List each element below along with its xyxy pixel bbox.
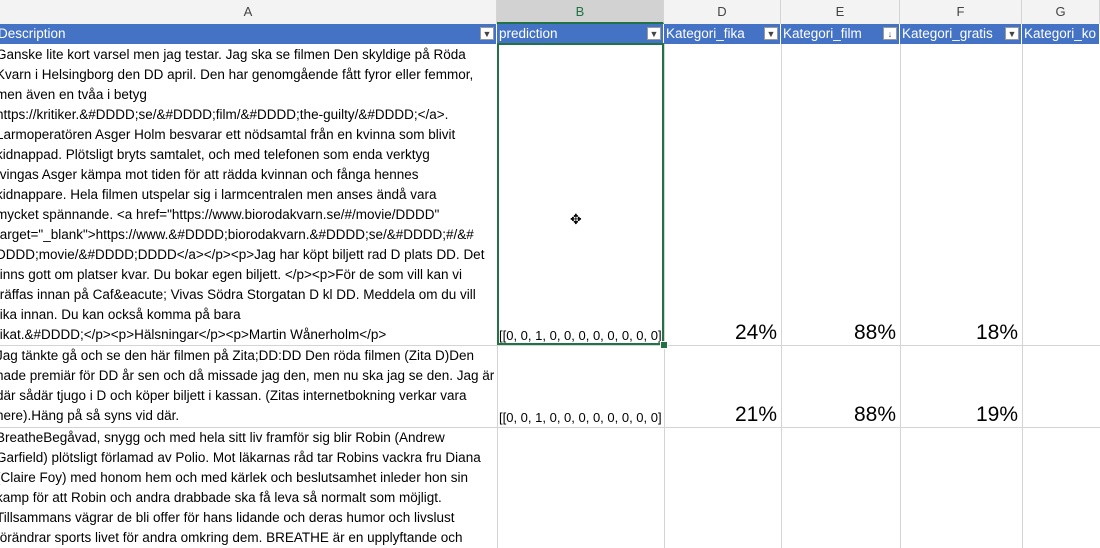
kategori-fika-cell[interactable]: 21% (664, 403, 777, 427)
cell-cursor-icon: ✥ (570, 211, 582, 227)
header-kategori-gratis-label: Kategori_gratis (902, 26, 993, 41)
kategori-fika-cell[interactable]: 24% (664, 321, 777, 345)
table-row: BreatheBegåvad, snygg och med hela sitt … (0, 428, 1100, 548)
column-letter-d[interactable]: D (664, 0, 781, 24)
column-header-bar: A B D E F G (0, 0, 1100, 25)
header-description[interactable]: Description (0, 24, 497, 44)
column-letter-a[interactable]: A (0, 0, 497, 24)
description-text: BreatheBegåvad, snygg och med hela sitt … (0, 430, 481, 545)
header-prediction-label: prediction (499, 26, 558, 41)
description-text: Ganske lite kort varsel men jag testar. … (0, 47, 485, 342)
header-description-label: Description (0, 26, 66, 41)
kategori-film-cell[interactable]: 88% (781, 403, 896, 427)
fill-handle[interactable] (660, 341, 668, 349)
table-header-row: Description ▼ prediction ▼ Kategori_fika… (0, 24, 1100, 44)
table-row: Jag tänkte gå och se den här filmen på Z… (0, 346, 1100, 428)
header-kategori-ko-label: Kategori_ko (1024, 26, 1097, 41)
column-letter-b[interactable]: B (497, 0, 664, 24)
filter-dropdown-icon[interactable]: ▼ (1005, 27, 1019, 40)
filter-dropdown-icon[interactable]: ▼ (480, 27, 494, 40)
column-letter-e[interactable]: E (781, 0, 900, 24)
description-cell[interactable]: Ganske lite kort varsel men jag testar. … (0, 44, 497, 345)
header-prediction[interactable]: prediction (497, 24, 664, 44)
column-letter-g[interactable]: G (1022, 0, 1100, 24)
column-letter-f[interactable]: F (900, 0, 1022, 24)
description-text: Jag tänkte gå och se den här filmen på Z… (0, 348, 495, 423)
kategori-gratis-cell[interactable]: 19% (900, 403, 1018, 427)
table-row: Ganske lite kort varsel men jag testar. … (0, 44, 1100, 346)
description-cell[interactable]: BreatheBegåvad, snygg och med hela sitt … (0, 428, 497, 548)
filter-dropdown-icon[interactable]: ▼ (647, 27, 661, 40)
header-kategori-film-label: Kategori_film (783, 26, 862, 41)
kategori-film-cell[interactable]: 88% (781, 321, 896, 345)
header-kategori-ko[interactable]: Kategori_ko (1022, 24, 1100, 44)
header-kategori-gratis[interactable]: Kategori_gratis (900, 24, 1022, 44)
sort-descending-icon[interactable]: ↓ (883, 27, 897, 40)
filter-dropdown-icon[interactable]: ▼ (764, 27, 778, 40)
kategori-gratis-cell[interactable]: 18% (900, 321, 1018, 345)
prediction-cell[interactable]: [[0, 0, 1, 0, 0, 0, 0, 0, 0, 0, 0] (499, 410, 663, 425)
header-kategori-fika-label: Kategori_fika (666, 26, 745, 41)
description-cell[interactable]: Jag tänkte gå och se den här filmen på Z… (0, 346, 497, 427)
prediction-cell[interactable]: [[0, 0, 1, 0, 0, 0, 0, 0, 0, 0, 0] (499, 328, 663, 343)
